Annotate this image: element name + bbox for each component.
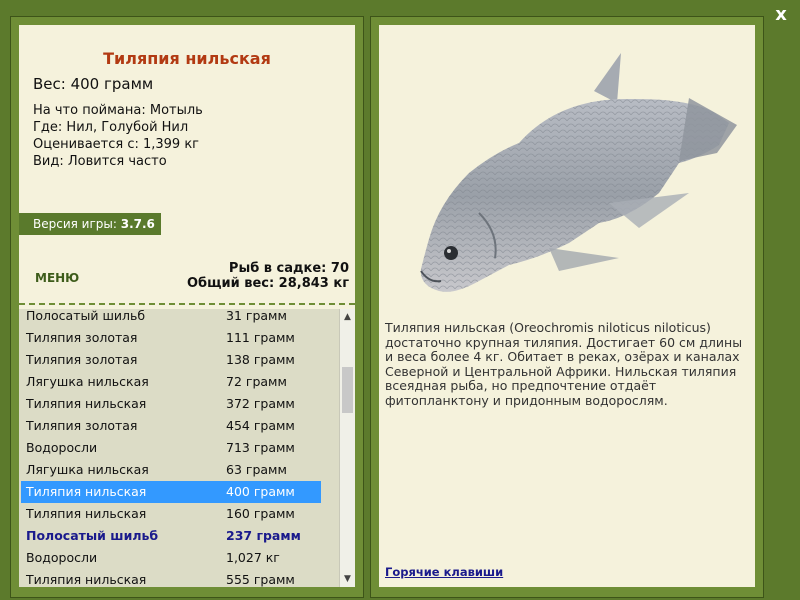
- list-divider: [19, 303, 355, 305]
- catch-name: Тиляпия нильская: [26, 506, 147, 521]
- catch-weight: 63 грамм: [226, 462, 287, 477]
- catch-row[interactable]: Полосатый шильб 31 грамм: [21, 309, 321, 327]
- catch-list-scrollbar[interactable]: ▲ ▼: [339, 309, 355, 587]
- catch-name: Водоросли: [26, 440, 98, 455]
- catch-weight: 138 грамм: [226, 352, 295, 367]
- menu-button[interactable]: МЕНЮ: [35, 271, 79, 285]
- catch-weight: 111 грамм: [226, 330, 295, 345]
- catch-row[interactable]: Тиляпия нильская 400 грамм: [21, 481, 321, 503]
- game-version: Версия игры: 3.7.6: [19, 213, 161, 235]
- fish-bait: На что поймана: Мотыль: [33, 103, 203, 118]
- catch-weight: 713 грамм: [226, 440, 295, 455]
- fish-info-content: Тиляпия нильская Вес: 400 грамм На что п…: [19, 25, 355, 587]
- catch-weight: 400 грамм: [226, 484, 295, 499]
- catch-weight: 160 грамм: [226, 506, 295, 521]
- fish-location: Где: Нил, Голубой Нил: [33, 120, 189, 135]
- catch-row[interactable]: Полосатый шильб 237 грамм: [21, 525, 321, 547]
- catch-weight: 72 грамм: [226, 374, 287, 389]
- catch-weight: 31 грамм: [226, 309, 287, 323]
- scroll-up-arrow-icon[interactable]: ▲: [340, 309, 355, 325]
- scroll-down-arrow-icon[interactable]: ▼: [340, 571, 355, 587]
- close-button[interactable]: x: [770, 4, 792, 26]
- catch-row[interactable]: Тиляпия золотая 111 грамм: [21, 327, 321, 349]
- catch-weight: 555 грамм: [226, 572, 295, 587]
- close-icon: x: [775, 4, 787, 25]
- catch-name: Тиляпия нильская: [26, 572, 147, 587]
- cage-total-weight: Общий вес: 28,843 кг: [186, 276, 349, 291]
- catch-name: Лягушка нильская: [26, 462, 149, 477]
- fish-frequency: Вид: Ловится часто: [33, 154, 167, 169]
- game-version-label: Версия игры:: [33, 217, 121, 231]
- catch-row[interactable]: Водоросли 1,027 кг: [21, 547, 321, 569]
- hotkeys-link[interactable]: Горячие клавиши: [385, 565, 503, 579]
- fish-weight: Вес: 400 грамм: [33, 75, 154, 93]
- scroll-thumb[interactable]: [342, 367, 353, 413]
- catch-row[interactable]: Водоросли 713 грамм: [21, 437, 321, 459]
- fish-record: Оценивается с: 1,399 кг: [33, 137, 200, 152]
- catch-name: Тиляпия нильская: [26, 484, 147, 499]
- cage-fish-count: Рыб в садке: 70: [228, 261, 349, 276]
- catch-weight: 1,027 кг: [226, 550, 280, 565]
- catch-name: Полосатый шильб: [26, 528, 159, 543]
- catch-name: Тиляпия нильская: [26, 396, 147, 411]
- catch-row[interactable]: Тиляпия нильская 160 грамм: [21, 503, 321, 525]
- catch-weight: 454 грамм: [226, 418, 295, 433]
- catch-name: Тиляпия золотая: [26, 418, 138, 433]
- fish-detail-panel: Тиляпия нильская (Oreochromis niloticus …: [370, 16, 764, 598]
- catch-name: Полосатый шильб: [26, 309, 146, 323]
- fish-detail-content: Тиляпия нильская (Oreochromis niloticus …: [379, 25, 755, 587]
- fish-info-panel: Тиляпия нильская Вес: 400 грамм На что п…: [10, 16, 364, 598]
- catch-row[interactable]: Тиляпия нильская 372 грамм: [21, 393, 321, 415]
- catch-weight: 237 грамм: [226, 528, 301, 543]
- fish-description: Тиляпия нильская (Oreochromis niloticus …: [385, 320, 743, 408]
- catch-name: Водоросли: [26, 550, 98, 565]
- catch-name: Тиляпия золотая: [26, 352, 138, 367]
- catch-weight: 372 грамм: [226, 396, 295, 411]
- fish-title: Тиляпия нильская: [103, 49, 271, 68]
- fish-image: [420, 53, 737, 292]
- catch-row[interactable]: Тиляпия золотая 138 грамм: [21, 349, 321, 371]
- game-version-value: 3.7.6: [120, 217, 155, 231]
- catch-row[interactable]: Лягушка нильская 63 грамм: [21, 459, 321, 481]
- catch-name: Лягушка нильская: [26, 374, 149, 389]
- catch-row[interactable]: Тиляпия нильская 555 грамм: [21, 569, 321, 587]
- catch-row[interactable]: Тиляпия золотая 454 грамм: [21, 415, 321, 437]
- catch-name: Тиляпия золотая: [26, 330, 138, 345]
- catch-list[interactable]: Полосатый шильб 31 грамм Тиляпия золотая 11…: [19, 309, 339, 587]
- catch-row[interactable]: Лягушка нильская 72 грамм: [21, 371, 321, 393]
